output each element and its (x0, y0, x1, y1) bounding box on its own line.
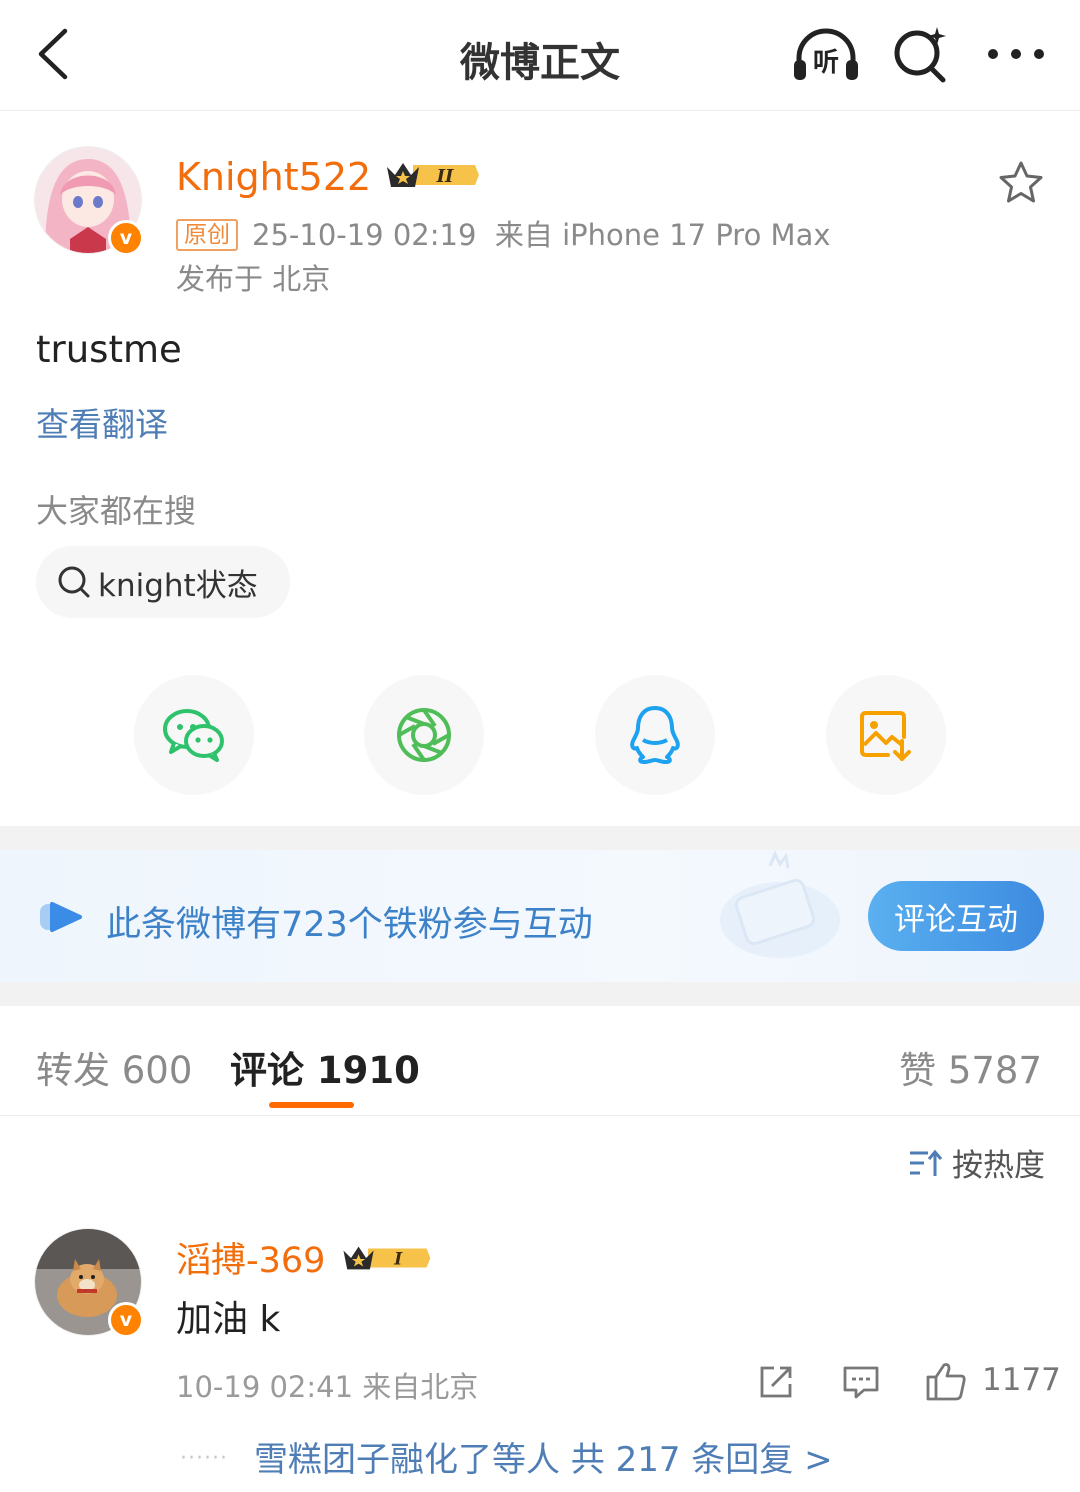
wechat-icon (163, 709, 224, 762)
comment-interact-button[interactable]: 评论互动 (868, 881, 1044, 951)
post-source: 来自 iPhone 17 Pro Max (494, 218, 831, 252)
author-name-text: Knight522 (176, 155, 372, 199)
share-qq-button[interactable] (595, 675, 715, 795)
reply-dots: ······ (180, 1446, 228, 1471)
post-location: 发布于 北京 (176, 262, 331, 296)
banner-decoration (700, 850, 860, 986)
search-button[interactable] (890, 24, 952, 86)
comment-text: 加油 k (176, 1299, 281, 1340)
section-divider (0, 826, 1080, 850)
search-sparkle-icon (894, 27, 946, 83)
moments-icon (397, 708, 451, 762)
section-divider-2 (0, 982, 1080, 1006)
verified-badge-icon: v (108, 220, 144, 256)
comment-bubble-icon (843, 1366, 879, 1399)
vip-level-text: II (436, 166, 454, 187)
save-image-button[interactable] (826, 675, 946, 795)
search-icon (58, 566, 90, 598)
more-dots-icon (988, 49, 1044, 59)
sort-by-hot-button[interactable]: 按热度 (908, 1140, 1045, 1185)
author-name[interactable]: Knight522 II (176, 155, 480, 202)
post-timestamp: 25-10-19 02:19 (252, 218, 477, 252)
post-meta: 原创 25-10-19 02:19 来自 iPhone 17 Pro Max (176, 212, 831, 254)
trending-search-text: knight状态 (98, 567, 258, 604)
share-external-icon (760, 1366, 792, 1398)
thumbs-up-icon (926, 1363, 966, 1401)
commenter-name[interactable]: 滔搏-369 I (176, 1232, 433, 1284)
trending-search-chip[interactable]: knight状态 (36, 546, 290, 618)
save-image-icon (860, 711, 911, 761)
more-button[interactable] (984, 34, 1048, 74)
tab-repost[interactable]: 转发 600 (36, 1040, 192, 1094)
view-replies-link[interactable]: ······ 雪糕团子融化了等人 共 217 条回复 > (180, 1432, 833, 1481)
sort-icon (910, 1149, 942, 1176)
tabs-divider (0, 1115, 1080, 1116)
fan-play-icon (38, 900, 86, 938)
fan-interaction-text: 此条微博有723个铁粉参与互动 (106, 905, 593, 945)
sort-label: 按热度 (952, 1148, 1045, 1184)
comment-like-button[interactable] (924, 1360, 968, 1402)
view-replies-text: 雪糕团子融化了等人 共 217 条回复 > (253, 1440, 833, 1480)
comment-share-button[interactable] (756, 1362, 796, 1402)
qq-icon (630, 706, 680, 764)
tab-like[interactable]: 赞 5787 (899, 1040, 1042, 1094)
star-icon (999, 161, 1043, 203)
vip-level-text: I (393, 1249, 403, 1269)
original-tag: 原创 (176, 219, 238, 251)
share-moments-button[interactable] (364, 675, 484, 795)
verified-badge-icon: v (108, 1302, 144, 1338)
tab-comment[interactable]: 评论 1910 (230, 1040, 420, 1094)
comment-reply-button[interactable] (840, 1362, 882, 1402)
translate-link[interactable]: 查看翻译 (36, 398, 168, 446)
trending-search-label: 大家都在搜 (36, 492, 197, 530)
comment-like-count: 1177 (982, 1362, 1061, 1398)
share-wechat-button[interactable] (134, 675, 254, 795)
favorite-button[interactable] (998, 160, 1044, 210)
commenter-avatar[interactable]: v (34, 1228, 144, 1338)
active-tab-indicator (269, 1102, 354, 1108)
commenter-name-text: 滔搏-369 (176, 1241, 326, 1281)
comment-meta: 10-19 02:41 来自北京 (176, 1370, 479, 1404)
headphones-icon: 听 (794, 28, 858, 80)
vip-crown-badge-icon: II (383, 157, 480, 202)
listen-button[interactable]: 听 (790, 24, 862, 86)
author-avatar[interactable]: v (34, 146, 144, 256)
vip-crown-badge-icon: I (337, 1241, 433, 1284)
listen-label: 听 (813, 48, 839, 78)
post-text: trustme (36, 328, 182, 371)
